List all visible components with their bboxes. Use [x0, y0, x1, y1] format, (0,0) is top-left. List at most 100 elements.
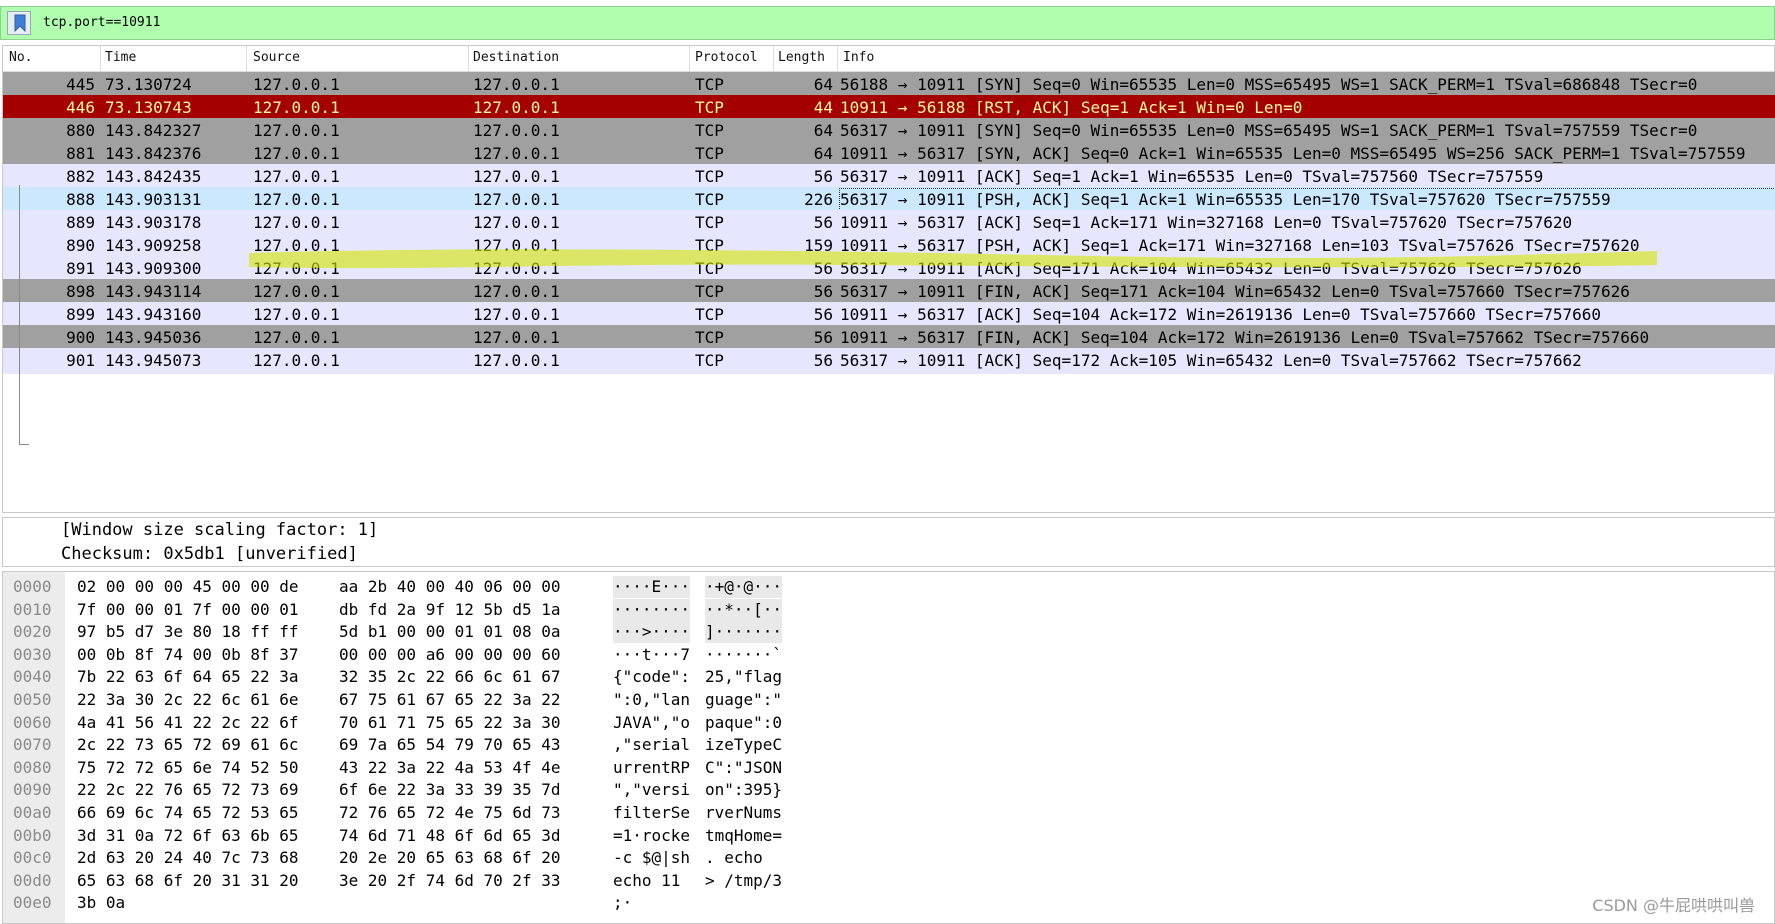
hex-bytes-left[interactable]: 22 2c 22 76 65 72 73 69 — [77, 779, 299, 801]
ascii-right[interactable]: ·+@·@··· — [705, 576, 783, 598]
ascii-right[interactable]: on":395} — [705, 779, 782, 801]
ascii-right[interactable]: > /tmp/3 — [705, 870, 782, 892]
packet-details-pane: [Window size scaling factor: 1] Checksum… — [2, 517, 1775, 567]
bytes-row: 00e0 3b 0a ;· — [3, 892, 1775, 914]
hex-bytes-left[interactable]: 2d 63 20 24 40 7c 73 68 — [77, 847, 299, 869]
ascii-left[interactable]: {"code": — [613, 666, 690, 688]
filter-bookmark-button[interactable] — [7, 11, 31, 35]
hex-bytes-right[interactable]: 6f 6e 22 3a 33 39 35 7d — [339, 779, 561, 801]
byte-offset[interactable]: 0000 — [13, 576, 52, 598]
column-info[interactable]: Info — [843, 50, 874, 65]
byte-offset[interactable]: 0050 — [13, 689, 52, 711]
byte-offset[interactable]: 00b0 — [13, 825, 52, 847]
ascii-right[interactable]: ·······` — [705, 644, 782, 666]
hex-bytes-right[interactable]: 70 61 71 75 65 22 3a 30 — [339, 712, 561, 734]
byte-offset[interactable]: 00a0 — [13, 802, 52, 824]
ascii-right[interactable]: rverNums — [705, 802, 782, 824]
byte-offset[interactable]: 0040 — [13, 666, 52, 688]
byte-offset[interactable]: 00c0 — [13, 847, 52, 869]
hex-bytes-right[interactable]: 3e 20 2f 74 6d 70 2f 33 — [339, 870, 561, 892]
ascii-right[interactable]: ]······· — [705, 621, 783, 644]
hex-bytes-right[interactable]: 69 7a 65 54 79 70 65 43 — [339, 734, 561, 756]
ascii-right[interactable]: . echo — [705, 847, 763, 869]
ascii-right[interactable]: ··*··[·· — [705, 598, 783, 621]
hex-bytes-right[interactable]: 32 35 2c 22 66 6c 61 67 — [339, 666, 561, 688]
column-time[interactable]: Time — [105, 50, 136, 65]
hex-bytes-right[interactable]: 5d b1 00 00 01 01 08 0a — [339, 621, 561, 643]
hex-bytes-left[interactable]: 97 b5 d7 3e 80 18 ff ff — [77, 621, 299, 643]
byte-offset[interactable]: 0060 — [13, 712, 52, 734]
hex-bytes-left[interactable]: 75 72 72 65 6e 74 52 50 — [77, 757, 299, 779]
hex-bytes-right[interactable]: 67 75 61 67 65 22 3a 22 — [339, 689, 561, 711]
ascii-left[interactable]: ········ — [613, 598, 691, 621]
hex-bytes-left[interactable]: 7b 22 63 6f 64 65 22 3a — [77, 666, 299, 688]
bytes-row: 0010 7f 00 00 01 7f 00 00 01 db fd 2a 9f 1… — [3, 598, 1775, 621]
ascii-left[interactable]: ":0,"lan — [613, 689, 690, 711]
hex-bytes-left[interactable]: 65 63 68 6f 20 31 31 20 — [77, 870, 299, 892]
ascii-right[interactable]: izeTypeC — [705, 734, 782, 756]
hex-bytes-left[interactable]: 2c 22 73 65 72 69 61 6c — [77, 734, 299, 756]
byte-offset[interactable]: 0080 — [13, 757, 52, 779]
byte-offset[interactable]: 00d0 — [13, 870, 52, 892]
hex-bytes-left[interactable]: 22 3a 30 2c 22 6c 61 6e — [77, 689, 299, 711]
byte-offset[interactable]: 0030 — [13, 644, 52, 666]
filter-input[interactable]: tcp.port==10911 — [43, 15, 160, 30]
ascii-left[interactable]: urrentRP — [613, 757, 690, 779]
ascii-right[interactable]: tmqHome= — [705, 825, 782, 847]
ascii-left[interactable]: ···>···· — [613, 621, 691, 644]
hex-bytes-left[interactable]: 66 69 6c 74 65 72 53 65 — [77, 802, 299, 824]
ascii-right[interactable]: paque":0 — [705, 712, 782, 734]
byte-offset[interactable]: 0070 — [13, 734, 52, 756]
column-length[interactable]: Length — [778, 50, 825, 65]
ascii-left[interactable]: ;· — [613, 892, 632, 914]
packet-destination: 127.0.0.1 — [473, 351, 560, 370]
focus-outline — [839, 188, 1775, 211]
hex-bytes-right[interactable]: 72 76 65 72 4e 75 6d 73 — [339, 802, 561, 824]
bytes-row: 00b0 3d 31 0a 72 6f 63 6b 65 74 6d 71 48 6… — [3, 825, 1775, 847]
ascii-left[interactable]: ","versi — [613, 779, 690, 801]
hex-bytes-right[interactable]: aa 2b 40 00 40 06 00 00 — [339, 576, 561, 598]
hex-bytes-left[interactable]: 4a 41 56 41 22 2c 22 6f — [77, 712, 299, 734]
hex-bytes-left[interactable]: 3d 31 0a 72 6f 63 6b 65 — [77, 825, 299, 847]
hex-bytes-right[interactable]: 74 6d 71 48 6f 6d 65 3d — [339, 825, 561, 847]
hex-bytes-right[interactable]: 20 2e 20 65 63 68 6f 20 — [339, 847, 561, 869]
ascii-left[interactable]: ···t···7 — [613, 644, 690, 666]
column-source[interactable]: Source — [253, 50, 300, 65]
column-no[interactable]: No. — [9, 50, 32, 65]
bytes-row: 0040 7b 22 63 6f 64 65 22 3a 32 35 2c 22 6… — [3, 666, 1775, 688]
ascii-left[interactable]: -c $@|sh — [613, 847, 690, 869]
hex-bytes-left[interactable]: 02 00 00 00 45 00 00 de — [77, 576, 299, 598]
ascii-left[interactable]: echo 11 — [613, 870, 680, 892]
column-protocol[interactable]: Protocol — [695, 50, 758, 65]
ascii-left[interactable]: ,"serial — [613, 734, 690, 756]
byte-offset[interactable]: 0090 — [13, 779, 52, 801]
ascii-right[interactable]: C":"JSON — [705, 757, 782, 779]
ascii-left[interactable]: filterSe — [613, 802, 690, 824]
conversation-bracket — [19, 185, 20, 445]
detail-checksum[interactable]: Checksum: 0x5db1 [unverified] — [61, 544, 358, 564]
hex-bytes-left[interactable]: 7f 00 00 01 7f 00 00 01 — [77, 599, 299, 621]
bytes-row: 0070 2c 22 73 65 72 69 61 6c 69 7a 65 54 7… — [3, 734, 1775, 756]
column-destination[interactable]: Destination — [473, 50, 559, 65]
byte-offset[interactable]: 0020 — [13, 621, 52, 643]
byte-offset[interactable]: 00e0 — [13, 892, 52, 914]
hex-bytes-right[interactable]: 00 00 00 a6 00 00 00 60 — [339, 644, 561, 666]
bytes-row: 00d0 65 63 68 6f 20 31 31 20 3e 20 2f 74 6… — [3, 870, 1775, 892]
hex-bytes-left[interactable]: 00 0b 8f 74 00 0b 8f 37 — [77, 644, 299, 666]
ascii-left[interactable]: JAVA","o — [613, 712, 690, 734]
packet-row[interactable]: 901 143.945073 127.0.0.1 127.0.0.1 TCP 56 5631… — [3, 348, 1775, 374]
packet-no: 901 — [66, 351, 95, 370]
ascii-left[interactable]: ····E··· — [613, 576, 691, 598]
bytes-row: 00a0 66 69 6c 74 65 72 53 65 72 76 65 72 4… — [3, 802, 1775, 824]
packet-time: 143.945073 — [105, 351, 202, 370]
hex-bytes-right[interactable]: 43 22 3a 22 4a 53 4f 4e — [339, 757, 561, 779]
hex-bytes-right[interactable]: db fd 2a 9f 12 5b d5 1a — [339, 599, 561, 621]
bytes-row: 0020 97 b5 d7 3e 80 18 ff ff 5d b1 00 00 0… — [3, 621, 1775, 644]
bytes-row: 0060 4a 41 56 41 22 2c 22 6f 70 61 71 75 6… — [3, 712, 1775, 734]
detail-window-scaling[interactable]: [Window size scaling factor: 1] — [61, 520, 378, 540]
hex-bytes-left[interactable]: 3b 0a — [77, 892, 125, 914]
ascii-right[interactable]: guage":" — [705, 689, 782, 711]
byte-offset[interactable]: 0010 — [13, 599, 52, 621]
ascii-left[interactable]: =1·rocke — [613, 825, 690, 847]
ascii-right[interactable]: 25,"flag — [705, 666, 782, 688]
